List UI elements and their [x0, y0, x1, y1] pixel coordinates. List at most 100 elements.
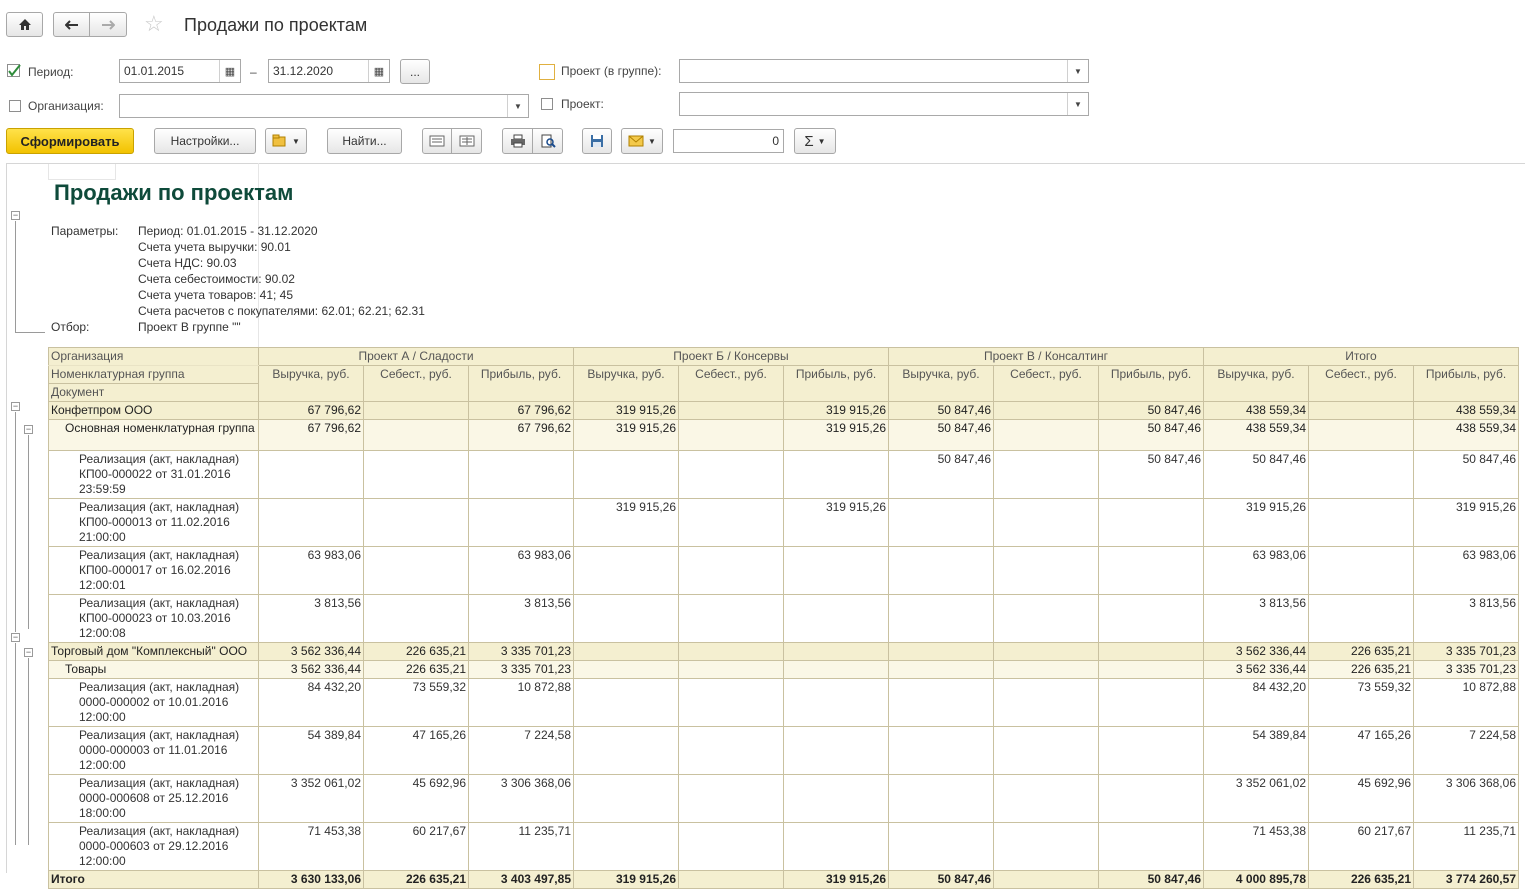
project-checkbox[interactable]	[541, 98, 553, 110]
chevron-down-icon[interactable]: ▼	[1067, 60, 1088, 82]
back-button[interactable]	[53, 12, 90, 37]
collapse-groups-button[interactable]	[422, 128, 452, 154]
find-button[interactable]: Найти...	[327, 128, 402, 154]
document-row[interactable]: Реализация (акт, накладная) КП00-000013 …	[48, 498, 1519, 547]
value-cell: 10 872,88	[468, 678, 574, 727]
date-to-field[interactable]: 31.12.2020 ▦	[268, 59, 390, 83]
date-to-value: 31.12.2020	[273, 64, 334, 78]
document-row[interactable]: Реализация (акт, накладная) 0000-000002 …	[48, 678, 1519, 727]
header-col: Прибыль, руб.	[783, 365, 889, 402]
value-cell	[1098, 774, 1204, 823]
tree-line	[28, 435, 29, 629]
value-cell	[363, 594, 469, 643]
tree-line	[15, 643, 16, 845]
collapse-header-icon[interactable]: −	[11, 211, 20, 220]
header-project: Проект А / Сладости	[258, 347, 574, 366]
value-cell	[993, 594, 1099, 643]
calendar-icon[interactable]: ▦	[368, 60, 389, 82]
calendar-icon[interactable]: ▦	[219, 60, 240, 82]
variants-button[interactable]: ▼	[265, 128, 307, 154]
save-button[interactable]	[582, 128, 612, 154]
favorite-star-icon[interactable]: ☆	[144, 13, 164, 35]
value-cell	[783, 450, 889, 499]
value-cell: 50 847,46	[1413, 450, 1519, 499]
forward-button[interactable]	[89, 12, 127, 37]
value-cell	[573, 660, 679, 679]
settings-button[interactable]: Настройки...	[154, 128, 256, 154]
document-row[interactable]: Реализация (акт, накладная) КП00-000017 …	[48, 546, 1519, 595]
group-row[interactable]: Товары 3 562 336,44 226 635,21 3 335 701,23…	[48, 660, 1519, 679]
period-select-button[interactable]: ...	[400, 59, 430, 84]
value-cell: 50 847,46	[1098, 450, 1204, 499]
expand-groups-button[interactable]	[451, 128, 482, 154]
value-cell	[1308, 419, 1414, 451]
value-cell: 319 915,26	[573, 401, 679, 420]
value-cell: 71 453,38	[1203, 822, 1309, 871]
value-cell	[1098, 498, 1204, 547]
org-field[interactable]: ▼	[119, 94, 529, 118]
org-row[interactable]: Торговый дом "Комплексный" ООО 3 562 336,…	[48, 642, 1519, 661]
value-cell	[888, 726, 994, 775]
generate-button[interactable]: Сформировать	[6, 128, 134, 154]
value-cell	[258, 450, 364, 499]
arrow-left-icon	[64, 19, 78, 30]
total-cell: 50 847,46	[1098, 870, 1204, 889]
value-cell	[888, 546, 994, 595]
folder-icon	[272, 134, 286, 147]
preview-button[interactable]	[532, 128, 563, 154]
header-col: Прибыль, руб.	[1098, 365, 1204, 402]
collapse-group-icon[interactable]: −	[24, 425, 33, 434]
period-checkbox[interactable]	[7, 64, 21, 77]
print-button[interactable]	[502, 128, 533, 154]
sum-mode-button[interactable]: Σ ▼	[794, 128, 836, 154]
value-cell: 3 306 368,06	[1413, 774, 1519, 823]
value-cell: 3 813,56	[1413, 594, 1519, 643]
org-row[interactable]: Конфетпром ООО 67 796,62 67 796,62 319 915,…	[48, 401, 1519, 420]
value-cell	[678, 678, 784, 727]
value-cell: 319 915,26	[573, 419, 679, 451]
collapse-org-icon[interactable]: −	[11, 402, 20, 411]
value-cell	[468, 498, 574, 547]
value-cell: 63 983,06	[1203, 546, 1309, 595]
value-cell: 3 335 701,23	[1413, 660, 1519, 679]
chevron-down-icon: ▼	[292, 136, 300, 146]
send-email-button[interactable]: ▼	[621, 128, 663, 154]
collapse-group-icon[interactable]: −	[24, 648, 33, 657]
value-cell: 50 847,46	[1098, 401, 1204, 420]
document-row[interactable]: Реализация (акт, накладная) КП00-000022 …	[48, 450, 1519, 499]
param-line: Счета себестоимости: 90.02	[138, 272, 295, 286]
org-checkbox[interactable]	[9, 100, 21, 112]
value-cell	[783, 546, 889, 595]
report-title: Продажи по проектам	[54, 180, 294, 205]
value-cell: 67 796,62	[468, 419, 574, 451]
document-row[interactable]: Реализация (акт, накладная) 0000-000603 …	[48, 822, 1519, 871]
value-cell: 3 562 336,44	[1203, 660, 1309, 679]
document-row[interactable]: Реализация (акт, накладная) 0000-000608 …	[48, 774, 1519, 823]
param-line: Счета учета выручки: 90.01	[138, 240, 291, 254]
chevron-down-icon[interactable]: ▼	[507, 95, 528, 117]
collapse-org-icon[interactable]: −	[11, 633, 20, 642]
header-col: Выручка, руб.	[888, 365, 994, 402]
project-group-checkbox[interactable]	[539, 64, 555, 80]
sum-field[interactable]: 0	[673, 129, 784, 153]
group-row[interactable]: Основная номенклатурная группа 67 796,62 6…	[48, 419, 1519, 451]
report-left-ruler	[6, 163, 7, 873]
value-cell	[678, 546, 784, 595]
value-cell: 47 165,26	[363, 726, 469, 775]
chevron-down-icon[interactable]: ▼	[1067, 93, 1088, 115]
document-row[interactable]: Реализация (акт, накладная) КП00-000023 …	[48, 594, 1519, 643]
value-cell: 3 562 336,44	[258, 660, 364, 679]
org-label: Организация:	[28, 99, 104, 113]
project-group-field[interactable]: ▼	[679, 59, 1089, 83]
total-cell: 4 000 895,78	[1203, 870, 1309, 889]
document-row[interactable]: Реализация (акт, накладная) 0000-000003 …	[48, 726, 1519, 775]
home-button[interactable]	[6, 12, 43, 37]
value-cell: 50 847,46	[1203, 450, 1309, 499]
value-cell	[1098, 726, 1204, 775]
value-cell	[783, 642, 889, 661]
value-cell: 3 335 701,23	[468, 660, 574, 679]
value-cell	[888, 594, 994, 643]
date-from-field[interactable]: 01.01.2015 ▦	[119, 59, 241, 83]
page-title: Продажи по проектам	[184, 15, 368, 35]
project-field[interactable]: ▼	[679, 92, 1089, 116]
